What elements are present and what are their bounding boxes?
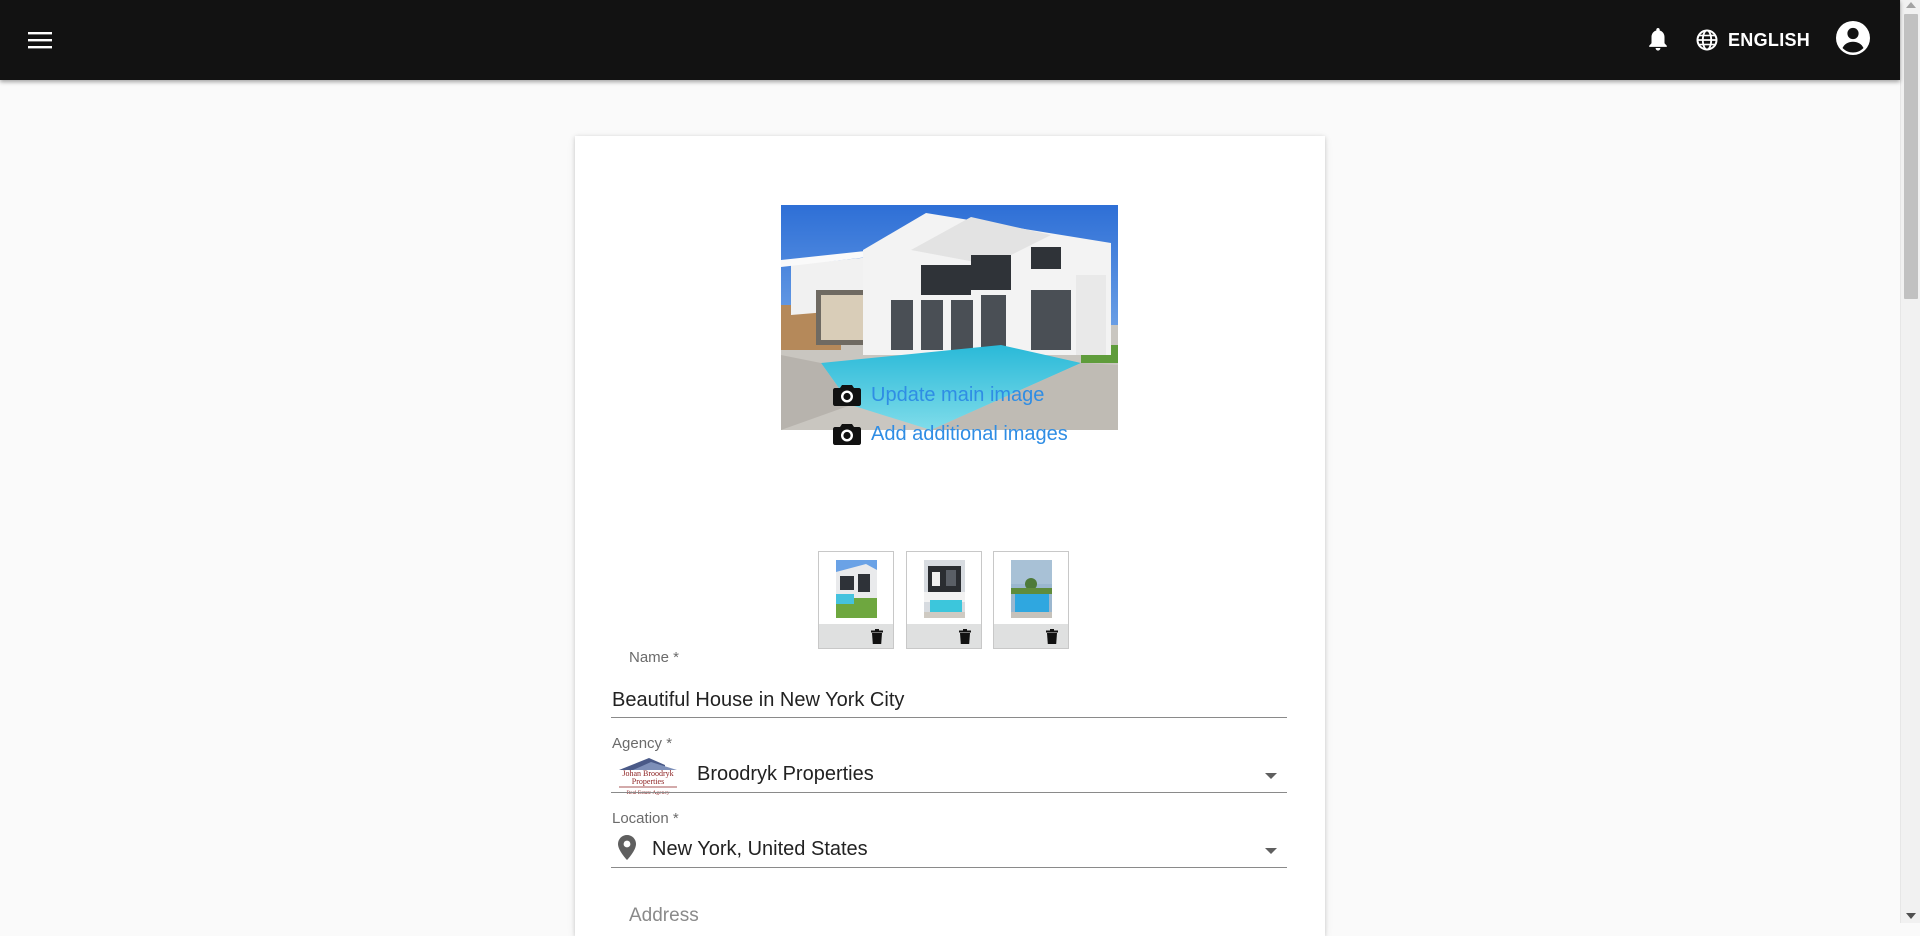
delete-image-button[interactable] [867,626,887,646]
globe-icon [1696,29,1718,51]
trash-icon [959,628,971,644]
agency-field-underline [611,792,1287,793]
thumbnail-action-bar [994,624,1068,648]
additional-image-thumbnail[interactable] [818,551,894,649]
trash-icon [1046,628,1058,644]
menu-button[interactable] [22,22,58,58]
name-field-underline [611,717,1287,718]
hamburger-menu-icon [28,32,52,49]
add-additional-images-label: Add additional images [871,422,1068,445]
update-main-image-label: Update main image [871,383,1045,406]
location-pin-icon [618,835,636,860]
location-dropdown-arrow[interactable] [1265,848,1277,854]
agency-field-label: Agency * [612,735,673,752]
property-form-card: Update main image Add additional images [575,136,1325,936]
thumbnail-image [836,560,877,618]
location-field-underline [611,867,1287,868]
add-additional-images-link[interactable]: Add additional images [833,419,1068,449]
agency-logo-line-3: Real Estate Agency [626,790,669,796]
location-select-value[interactable]: New York, United States [652,838,868,861]
location-field-label: Location * [612,810,679,827]
additional-image-thumbnail[interactable] [906,551,982,649]
camera-icon [833,424,861,445]
thumbnail-image [924,560,965,618]
app-bar: ENGLISH [0,0,1900,80]
language-label: ENGLISH [1728,29,1811,50]
agency-logo-line-2: Properties [632,777,664,786]
scroll-thumb[interactable] [1904,14,1918,299]
page-scrollbar[interactable] [1900,0,1920,923]
bell-icon [1649,28,1667,51]
address-field-label: Address [629,905,699,926]
thumbnail-action-bar [907,624,981,648]
account-circle-icon [1836,21,1870,55]
thumbnail-action-bar [819,624,893,648]
notifications-button[interactable] [1641,22,1675,58]
delete-image-button[interactable] [955,626,975,646]
camera-icon [833,385,861,406]
name-field-label: Name * [629,649,680,666]
language-selector[interactable]: ENGLISH [1696,22,1810,58]
trash-icon [871,628,883,644]
update-main-image-link[interactable]: Update main image [833,380,1044,410]
name-input[interactable]: Beautiful House in New York City [612,689,904,712]
agency-dropdown-arrow[interactable] [1265,773,1277,779]
thumbnail-image [1011,560,1052,618]
additional-image-thumbnail[interactable] [993,551,1069,649]
account-button[interactable] [1833,18,1873,58]
agency-select-value[interactable]: Broodryk Properties [697,763,874,786]
scroll-down-arrow[interactable] [1906,913,1916,919]
delete-image-button[interactable] [1042,626,1062,646]
scroll-up-arrow[interactable] [1906,2,1916,8]
